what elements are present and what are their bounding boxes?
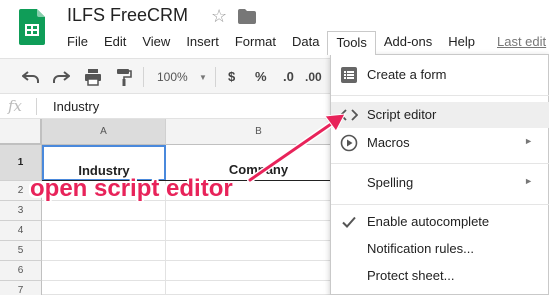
cell-a6[interactable] <box>42 261 166 281</box>
menu-item-create-form[interactable]: Create a form <box>331 62 549 88</box>
menu-item-protect-sheet[interactable]: Protect sheet... <box>331 263 549 289</box>
cell-a7[interactable] <box>42 281 166 295</box>
decrease-decimal-button[interactable]: .0 <box>283 68 294 86</box>
menu-item-label: Protect sheet... <box>367 268 455 283</box>
currency-format-button[interactable]: $ <box>228 68 235 86</box>
menu-bar: File Edit View Insert Format Data Tools … <box>59 31 483 55</box>
menu-addons[interactable]: Add-ons <box>376 33 440 53</box>
annotation-label: open script editor <box>30 175 233 202</box>
menu-item-macros[interactable]: Macros ► <box>331 130 549 156</box>
cell-b6[interactable] <box>166 261 352 281</box>
cell-a4[interactable] <box>42 221 166 241</box>
submenu-arrow-icon: ► <box>524 136 533 146</box>
zoom-select[interactable]: 100% <box>157 68 188 86</box>
menu-item-script-editor[interactable]: Script editor <box>331 102 549 128</box>
tools-menu-dropdown: Create a form Script editor Macros ► Spe… <box>330 54 549 295</box>
menu-item-label: Macros <box>367 135 410 150</box>
menu-separator <box>331 204 549 205</box>
folder-icon[interactable] <box>238 9 256 24</box>
menu-insert[interactable]: Insert <box>178 33 227 53</box>
menu-item-notification-rules[interactable]: Notification rules... <box>331 236 549 262</box>
cell-b3[interactable] <box>166 201 352 221</box>
menu-data[interactable]: Data <box>284 33 327 53</box>
cell-b4[interactable] <box>166 221 352 241</box>
menu-edit[interactable]: Edit <box>96 33 134 53</box>
last-edit-link[interactable]: Last edit <box>497 34 546 49</box>
percent-format-button[interactable]: % <box>255 68 267 86</box>
star-icon[interactable]: ☆ <box>211 6 227 26</box>
menu-item-label: Script editor <box>367 107 437 122</box>
menu-item-spelling[interactable]: Spelling ► <box>331 170 549 196</box>
menu-tools[interactable]: Tools <box>327 31 376 55</box>
row-header-5[interactable]: 5 <box>0 241 42 261</box>
increase-decimal-button[interactable]: .00 <box>305 68 322 86</box>
menu-separator <box>331 163 549 164</box>
row-header-6[interactable]: 6 <box>0 261 42 281</box>
cell-b5[interactable] <box>166 241 352 261</box>
form-icon <box>341 67 357 83</box>
sheets-logo-icon[interactable] <box>19 9 45 45</box>
row-header-7[interactable]: 7 <box>0 281 42 295</box>
print-icon[interactable] <box>84 68 102 86</box>
menu-item-enable-autocomplete[interactable]: Enable autocomplete <box>331 209 549 235</box>
cell-a5[interactable] <box>42 241 166 261</box>
formula-input[interactable]: Industry <box>53 99 99 114</box>
menu-help[interactable]: Help <box>440 33 483 53</box>
select-all-corner[interactable] <box>0 119 42 145</box>
zoom-dropdown-icon[interactable]: ▼ <box>199 69 207 87</box>
document-title[interactable]: ILFS FreeCRM <box>67 5 188 26</box>
row-header-3[interactable]: 3 <box>0 201 42 221</box>
play-icon <box>340 134 358 152</box>
check-icon <box>342 216 356 228</box>
menu-item-label: Spelling <box>367 175 414 190</box>
toolbar-separator <box>143 67 144 87</box>
menu-separator <box>331 95 549 96</box>
menu-item-label: Notification rules... <box>367 241 474 256</box>
submenu-arrow-icon: ► <box>524 176 533 186</box>
toolbar-separator <box>215 67 216 87</box>
menu-format[interactable]: Format <box>227 33 284 53</box>
undo-icon[interactable] <box>22 69 40 85</box>
menu-item-label: Enable autocomplete <box>367 214 490 229</box>
code-icon <box>340 109 358 121</box>
menu-file[interactable]: File <box>59 33 96 53</box>
column-header-b[interactable]: B <box>166 119 352 145</box>
cell-b7[interactable] <box>166 281 352 295</box>
fx-icon: fx <box>8 97 23 115</box>
paint-format-icon[interactable] <box>116 68 132 86</box>
menu-item-label: Create a form <box>367 67 447 82</box>
column-header-a[interactable]: A <box>42 119 166 145</box>
formula-separator <box>36 98 37 115</box>
cell-a3[interactable] <box>42 201 166 221</box>
redo-icon[interactable] <box>52 69 70 85</box>
row-header-4[interactable]: 4 <box>0 221 42 241</box>
menu-view[interactable]: View <box>134 33 178 53</box>
